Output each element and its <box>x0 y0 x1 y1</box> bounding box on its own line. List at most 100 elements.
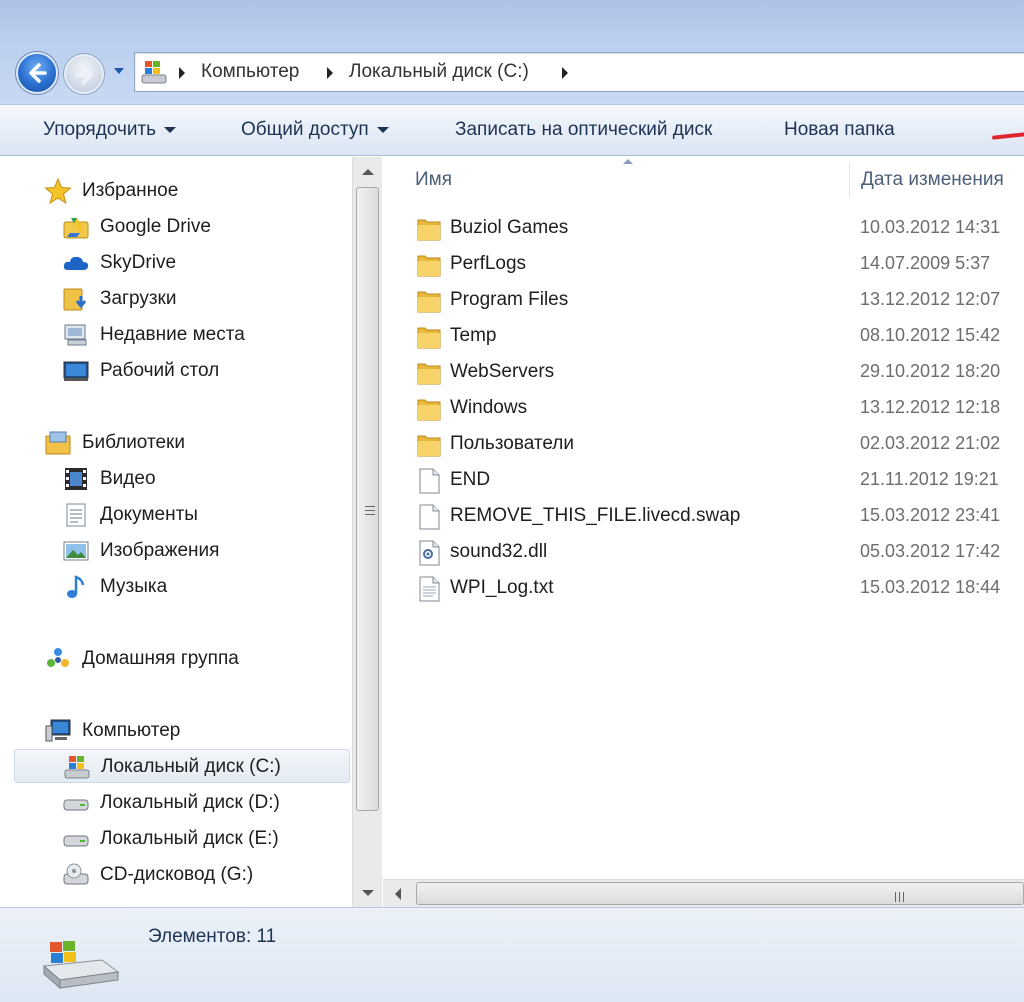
burn-disc-button[interactable]: Записать на оптический диск <box>455 119 712 141</box>
chevron-down-icon <box>164 126 177 133</box>
folder-icon <box>417 399 441 421</box>
file-name: Buziol Games <box>450 217 569 238</box>
nav-item-cd-drive-g[interactable]: CD-дисковод (G:) <box>62 858 342 892</box>
navigation-scrollbar[interactable] <box>352 157 382 907</box>
file-row[interactable]: PerfLogs 14.07.2009 5:37 <box>383 247 1024 283</box>
nav-favorites[interactable]: Избранное <box>44 174 344 208</box>
breadcrumb-separator[interactable] <box>562 67 568 79</box>
file-name: PerfLogs <box>450 253 527 274</box>
file-name: WPI_Log.txt <box>450 577 554 598</box>
picture-icon <box>63 541 89 561</box>
scroll-down-arrow-icon[interactable] <box>362 890 374 896</box>
nav-item-label: Недавние места <box>100 324 245 345</box>
column-header-date-modified[interactable]: Дата изменения <box>861 169 1004 191</box>
scrollbar-thumb[interactable] <box>416 882 1024 905</box>
computer-icon <box>45 719 71 742</box>
nav-item-label: Рабочий стол <box>100 360 220 381</box>
organize-button[interactable]: Упорядочить <box>43 119 177 141</box>
nav-item-label: Музыка <box>100 576 168 597</box>
nav-item-label: Локальный диск (E:) <box>100 828 279 849</box>
left-margin <box>0 157 12 907</box>
nav-item-video[interactable]: Видео <box>62 462 342 496</box>
file-row[interactable]: sound32.dll 05.03.2012 17:42 <box>383 535 1024 571</box>
recent-pages-dropdown[interactable] <box>112 66 126 76</box>
nav-item-desktop[interactable]: Рабочий стол <box>62 354 342 388</box>
navigation-pane: Избранное Google Drive SkyDrive Загрузки… <box>12 157 352 907</box>
nav-item-label: Видео <box>100 468 156 489</box>
nav-item-recent-places[interactable]: Недавние места <box>62 318 342 352</box>
file-date: 02.03.2012 21:02 <box>860 433 1001 453</box>
nav-item-local-disk-e[interactable]: Локальный диск (E:) <box>62 822 342 856</box>
cd-drive-icon <box>63 863 89 885</box>
breadcrumb-separator[interactable] <box>327 67 333 79</box>
grip-icon <box>895 889 907 902</box>
system-drive-icon <box>42 941 120 990</box>
file-row[interactable]: Program Files 13.12.2012 12:07 <box>383 283 1024 319</box>
folder-icon <box>417 255 441 277</box>
nav-favorites-label: Избранное <box>82 180 179 201</box>
back-button[interactable] <box>16 52 58 94</box>
film-icon <box>65 468 87 490</box>
nav-item-skydrive[interactable]: SkyDrive <box>62 246 342 280</box>
nav-item-label: Изображения <box>100 540 220 561</box>
file-date: 13.12.2012 12:18 <box>860 397 1001 417</box>
arrow-left-icon <box>29 63 47 83</box>
new-folder-button[interactable]: Новая папка <box>784 119 895 141</box>
file-name: Temp <box>450 325 497 346</box>
title-bar: Компьютер Локальный диск (C:) <box>0 0 1024 104</box>
scrollbar-thumb[interactable] <box>356 187 379 811</box>
file-date: 05.03.2012 17:42 <box>860 541 1001 561</box>
nav-item-music[interactable]: Музыка <box>62 570 342 604</box>
file-name: Program Files <box>450 289 569 310</box>
forward-button[interactable] <box>64 54 104 94</box>
desktop-icon <box>63 361 89 381</box>
folder-icon <box>417 327 441 349</box>
file-date: 29.10.2012 18:20 <box>860 361 1001 381</box>
file-row[interactable]: WPI_Log.txt 15.03.2012 18:44 <box>383 571 1024 607</box>
column-divider[interactable] <box>849 163 850 197</box>
nav-computer[interactable]: Компьютер <box>44 714 344 748</box>
document-icon <box>66 503 86 527</box>
file-row[interactable]: Temp 08.10.2012 15:42 <box>383 319 1024 355</box>
nav-item-local-disk-d[interactable]: Локальный диск (D:) <box>62 786 342 820</box>
text-file-icon <box>419 576 440 602</box>
file-list-horizontal-scrollbar[interactable] <box>383 879 1024 907</box>
file-date: 15.03.2012 23:41 <box>860 505 1001 525</box>
column-header-name[interactable]: Имя <box>415 169 452 191</box>
nav-item-pictures[interactable]: Изображения <box>62 534 342 568</box>
breadcrumb-separator[interactable] <box>179 67 185 79</box>
arrow-right-icon <box>75 65 93 85</box>
file-date: 21.11.2012 19:21 <box>860 469 999 489</box>
sort-ascending-icon <box>623 159 633 164</box>
breadcrumb-local-disk-c[interactable]: Локальный диск (C:) <box>349 61 529 83</box>
file-row[interactable]: REMOVE_THIS_FILE.livecd.swap 15.03.2012 … <box>383 499 1024 535</box>
file-row[interactable]: Windows 13.12.2012 12:18 <box>383 391 1024 427</box>
scroll-up-arrow-icon[interactable] <box>362 169 374 175</box>
file-row[interactable]: WebServers 29.10.2012 18:20 <box>383 355 1024 391</box>
nav-item-local-disk-c[interactable]: Локальный диск (C:) <box>14 749 350 783</box>
file-date: 13.12.2012 12:07 <box>860 289 1001 309</box>
homegroup-icon <box>47 648 69 667</box>
nav-item-downloads[interactable]: Загрузки <box>62 282 342 316</box>
file-row[interactable]: Buziol Games 10.03.2012 14:31 <box>383 211 1024 247</box>
nav-item-documents[interactable]: Документы <box>62 498 342 532</box>
scroll-left-arrow-icon[interactable] <box>395 888 401 900</box>
nav-libraries[interactable]: Библиотеки <box>44 426 344 460</box>
nav-item-google-drive[interactable]: Google Drive <box>62 210 342 244</box>
file-date: 14.07.2009 5:37 <box>860 253 991 273</box>
column-header-row: Имя Дата изменения <box>383 157 1024 203</box>
nav-item-label: Загрузки <box>100 288 177 309</box>
nav-homegroup[interactable]: Домашняя группа <box>44 642 344 676</box>
nav-libraries-label: Библиотеки <box>82 432 185 453</box>
file-row[interactable]: END 21.11.2012 19:21 <box>383 463 1024 499</box>
file-date: 08.10.2012 15:42 <box>860 325 1001 345</box>
address-bar[interactable]: Компьютер Локальный диск (C:) <box>134 52 1024 92</box>
grip-icon <box>365 506 375 518</box>
breadcrumb-computer[interactable]: Компьютер <box>201 61 299 83</box>
details-pane: Элементов: 11 <box>0 907 1024 1002</box>
file-list: Имя Дата изменения Buziol Games 10.03.20… <box>383 157 1024 879</box>
hard-drive-icon <box>63 799 89 811</box>
nav-computer-label: Компьютер <box>82 720 181 741</box>
share-button[interactable]: Общий доступ <box>241 119 389 141</box>
file-row[interactable]: Пользователи 02.03.2012 21:02 <box>383 427 1024 463</box>
